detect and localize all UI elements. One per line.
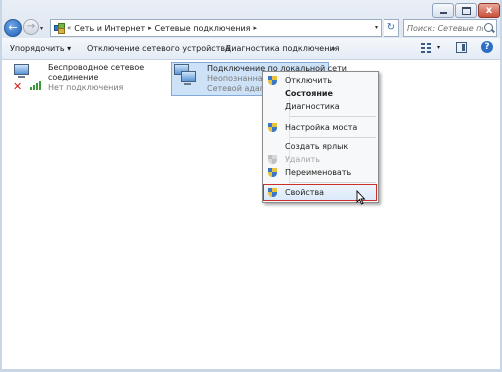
lan-connection-icon[interactable] [174,64,198,88]
organize-button[interactable]: Упорядочить ▾ [10,44,71,53]
search-icon[interactable] [484,23,493,32]
menu-item-label: Переименовать [285,168,352,177]
search-input[interactable] [404,20,486,36]
signal-strength-icon [30,80,44,90]
monitor-icon [181,71,196,82]
menu-item-label: Свойства [285,188,325,197]
change-view-icon[interactable] [421,42,433,54]
menu-item-status[interactable]: Состояние [263,87,378,100]
back-arrow-icon: ← [8,21,18,34]
diagnose-connection-button[interactable]: Диагностика подключения [225,44,339,53]
monitor-icon [14,64,29,75]
breadcrumb-separator[interactable]: ▸ [148,24,152,32]
breadcrumb-network-internet[interactable]: Сеть и Интернет [74,24,145,33]
menu-item-delete[interactable]: Удалить [263,153,378,166]
shield-icon [268,155,277,164]
maximize-icon [461,6,471,15]
close-button[interactable]: x [478,3,500,18]
search-box[interactable] [403,19,497,37]
disconnected-error-icon: ✕ [13,80,23,93]
menu-item-label: Отключить [285,76,332,85]
forward-arrow-icon: → [26,21,36,32]
refresh-icon: ↻ [386,22,396,33]
refresh-button[interactable]: ↻ [384,19,399,37]
help-icon[interactable]: ? [481,41,493,53]
shield-icon [268,123,277,132]
menu-item-label: Удалить [285,155,320,164]
breadcrumb-network-connections[interactable]: Сетевые подключения [155,24,251,33]
menu-item-disable[interactable]: Отключить [263,74,378,87]
wireless-connection-name-line2[interactable]: соединение [48,73,98,83]
preview-pane-icon[interactable] [456,42,467,53]
wireless-connection-status: Нет подключения [48,83,124,92]
more-commands-button[interactable]: » [331,44,336,53]
menu-item-label: Состояние [285,89,333,98]
address-bar[interactable]: « Сеть и Интернет ▸ Сетевые подключения … [50,19,382,37]
disable-device-button[interactable]: Отключение сетевого устройства [87,44,230,53]
back-button[interactable]: ← [4,19,22,37]
menu-separator [290,182,376,183]
menu-item-rename[interactable]: Переименовать [263,166,378,179]
menu-item-diagnose[interactable]: Диагностика [263,100,378,113]
menu-item-label: Настройка моста [285,123,358,132]
network-folder-icon [54,23,65,34]
menu-item-bridge[interactable]: Настройка моста [263,121,378,134]
shield-icon [268,168,277,177]
menu-item-create-shortcut[interactable]: Создать ярлык [263,140,378,153]
minimize-button[interactable] [432,3,454,18]
close-icon: x [485,4,493,16]
minimize-icon [439,12,447,14]
shield-icon [268,76,277,85]
recent-pages-dropdown[interactable]: ▾ [40,25,43,32]
forward-button[interactable]: → [23,19,39,35]
breadcrumb-overflow[interactable]: « [67,24,71,32]
mouse-pointer-icon [356,190,366,205]
menu-separator [290,116,376,117]
view-options-dropdown[interactable]: ▾ [437,44,440,51]
menu-item-label: Диагностика [285,102,340,111]
maximize-button[interactable] [455,3,477,18]
shield-icon [268,188,277,197]
breadcrumb-separator[interactable]: ▸ [253,24,257,32]
address-dropdown[interactable]: ▾ [375,24,378,31]
menu-separator [290,137,376,138]
menu-item-label: Создать ярлык [285,142,349,151]
wireless-connection-name[interactable]: Беспроводное сетевое [48,63,144,73]
